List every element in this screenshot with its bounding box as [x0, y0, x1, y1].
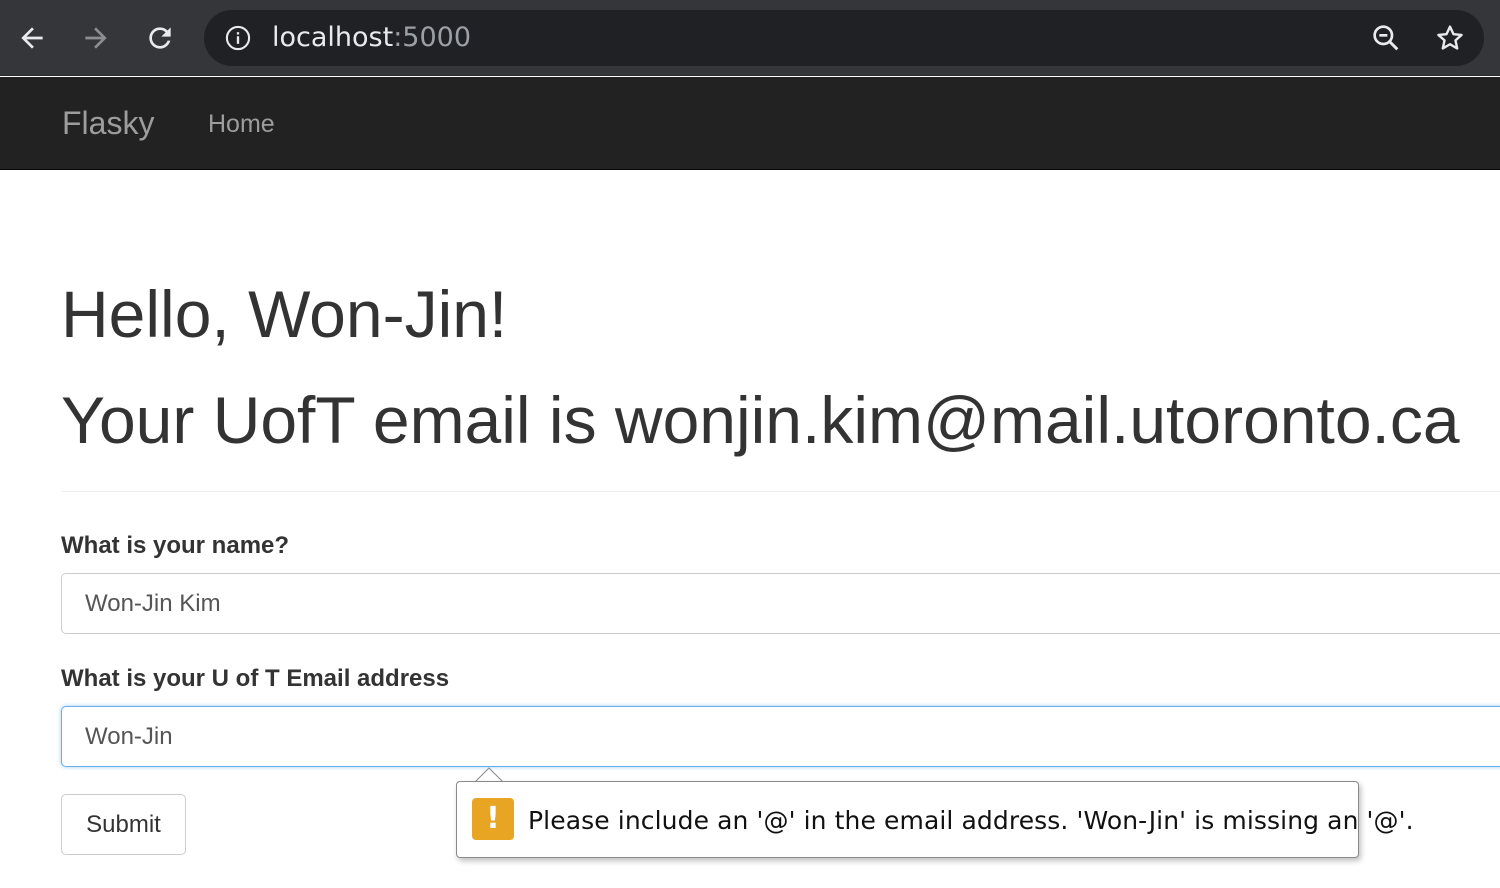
email-label: What is your U of T Email address — [61, 665, 450, 692]
reload-button[interactable] — [136, 14, 184, 62]
back-button[interactable] — [8, 14, 56, 62]
validation-bubble-arrow — [475, 767, 503, 782]
forward-button[interactable] — [72, 14, 120, 62]
submit-button[interactable]: Submit — [61, 794, 186, 855]
validation-message: Please include an '@' in the email addre… — [528, 806, 1414, 835]
divider — [61, 491, 1500, 492]
info-icon[interactable] — [224, 24, 252, 52]
name-label: What is your name? — [61, 532, 290, 559]
navbar-brand[interactable]: Flasky — [62, 105, 154, 141]
reload-icon — [149, 27, 171, 49]
zoom-out-icon[interactable] — [1370, 22, 1402, 54]
url-host: localhost — [272, 22, 394, 53]
address-bar[interactable]: localhost:5000 — [204, 10, 1484, 66]
star-icon[interactable] — [1434, 22, 1466, 54]
browser-toolbar: localhost:5000 — [0, 0, 1500, 76]
url-port: :5000 — [393, 22, 472, 53]
back-arrow-icon — [21, 27, 43, 49]
url-text[interactable]: localhost:5000 — [272, 22, 471, 54]
nav-link-home[interactable]: Home — [208, 109, 275, 139]
email-input[interactable]: Won-Jin — [61, 706, 1500, 767]
name-input[interactable]: Won-Jin Kim — [61, 573, 1500, 634]
greeting-heading: Hello, Won-Jin! — [61, 277, 508, 351]
forward-arrow-icon — [85, 27, 107, 49]
email-heading: Your UofT email is wonjin.kim@mail.utoro… — [61, 383, 1460, 457]
warning-icon: ! — [472, 798, 514, 840]
site-navbar: Flasky Home — [0, 77, 1500, 170]
